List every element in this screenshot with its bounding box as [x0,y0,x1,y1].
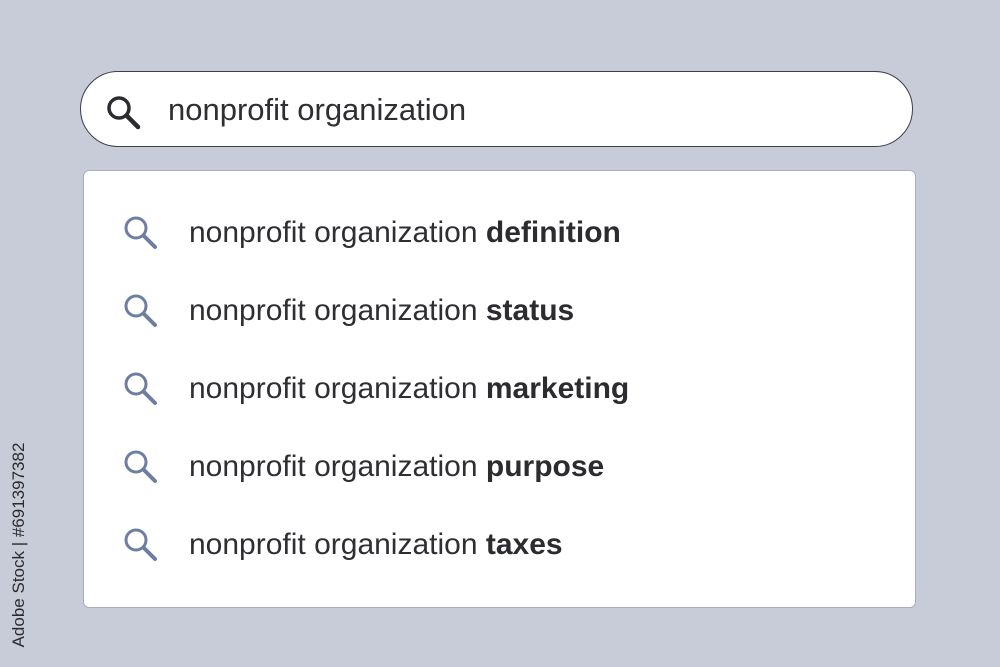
suggestions-dropdown: nonprofit organization definition nonpro… [83,170,916,608]
search-icon [122,526,160,564]
suggestion-item-status[interactable]: nonprofit organization status [84,280,915,340]
suggestion-text: nonprofit organization purpose [189,450,605,483]
search-icon [122,448,160,486]
suggestion-text: nonprofit organization status [189,294,575,327]
search-icon [122,292,160,330]
search-input[interactable] [168,90,868,130]
stock-watermark: Adobe Stock | #691397382 [4,430,34,660]
search-icon [105,94,143,132]
suggestion-item-taxes[interactable]: nonprofit organization taxes [84,514,915,574]
search-icon [122,370,160,408]
suggestion-text: nonprofit organization taxes [189,528,563,561]
suggestion-text: nonprofit organization marketing [189,372,630,405]
watermark-text: Adobe Stock | #691397382 [9,442,28,648]
suggestion-text: nonprofit organization definition [189,216,621,249]
suggestion-item-purpose[interactable]: nonprofit organization purpose [84,436,915,496]
suggestion-item-definition[interactable]: nonprofit organization definition [84,202,915,262]
search-icon [122,214,160,252]
search-bar[interactable] [80,71,913,147]
suggestion-item-marketing[interactable]: nonprofit organization marketing [84,358,915,418]
